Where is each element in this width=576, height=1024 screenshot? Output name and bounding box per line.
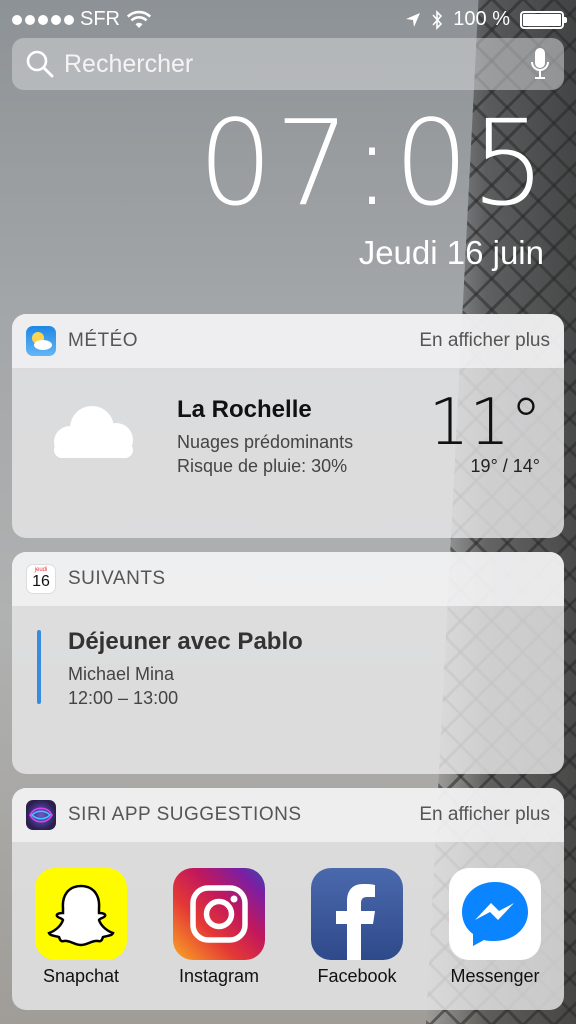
- snapchat-icon: [35, 868, 127, 960]
- siri-widget-body: Snapchat Instagram Facebook Messenger: [12, 842, 564, 1010]
- app-facebook[interactable]: Facebook: [297, 868, 417, 987]
- event-time: 12:00 – 13:00: [68, 688, 179, 708]
- event-color-bar: [37, 630, 41, 704]
- calendar-app-icon: jeudi 16: [26, 564, 56, 594]
- weather-condition: Nuages prédominants: [177, 432, 354, 452]
- siri-show-more-link[interactable]: En afficher plus: [419, 804, 550, 826]
- weather-temperature: 11°: [428, 386, 542, 460]
- weather-app-icon: [26, 326, 56, 356]
- battery-percentage: 100 %: [453, 8, 510, 30]
- weather-rain-chance: Risque de pluie: 30%: [177, 456, 348, 476]
- siri-widget-header: SIRI APP SUGGESTIONS En afficher plus: [12, 788, 564, 842]
- siri-suggestions-widget[interactable]: SIRI APP SUGGESTIONS En afficher plus Sn…: [12, 788, 564, 1010]
- weather-widget-title: MÉTÉO: [68, 330, 139, 351]
- siri-widget-title: SIRI APP SUGGESTIONS: [68, 804, 302, 825]
- calendar-icon-day-number: 16: [32, 573, 50, 590]
- cloud-icon: [54, 406, 133, 458]
- bluetooth-icon: [432, 9, 443, 30]
- calendar-widget-header: jeudi 16 SUIVANTS: [12, 552, 564, 606]
- messenger-icon: [449, 868, 541, 960]
- weather-widget-body: La Rochelle Nuages prédominants Risque d…: [12, 368, 564, 538]
- calendar-widget[interactable]: jeudi 16 SUIVANTS Déjeuner avec Pablo Mi…: [12, 552, 564, 774]
- app-snapchat[interactable]: Snapchat: [21, 868, 141, 987]
- signal-strength-icon: [12, 14, 74, 25]
- lock-screen-date: Jeudi 16 juin: [358, 234, 544, 271]
- facebook-icon: [311, 868, 403, 960]
- app-label: Snapchat: [42, 966, 120, 986]
- app-label: Instagram: [178, 966, 260, 986]
- calendar-event[interactable]: Déjeuner avec Pablo Michael Mina 12:00 –…: [12, 606, 564, 774]
- event-person: Michael Mina: [68, 664, 175, 684]
- weather-widget-header: MÉTÉO En afficher plus: [12, 314, 564, 368]
- weather-widget[interactable]: MÉTÉO En afficher plus La Rochelle Nuage…: [12, 314, 564, 538]
- search-icon: [26, 50, 54, 78]
- status-bar: SFR 100 %: [0, 0, 576, 38]
- instagram-icon: [173, 868, 265, 960]
- weather-show-more-link[interactable]: En afficher plus: [419, 330, 550, 352]
- app-label: Messenger: [450, 966, 540, 986]
- battery-icon: [520, 10, 567, 29]
- microphone-icon[interactable]: [530, 47, 550, 81]
- carrier-label: SFR: [80, 8, 120, 30]
- event-title: Déjeuner avec Pablo: [68, 628, 303, 655]
- calendar-widget-title: SUIVANTS: [68, 568, 166, 589]
- weather-high-low: 19° / 14°: [470, 456, 540, 476]
- wifi-icon: [126, 10, 152, 28]
- app-instagram[interactable]: Instagram: [159, 868, 279, 987]
- lock-screen-time: 07:05: [197, 94, 548, 232]
- app-messenger[interactable]: Messenger: [435, 868, 555, 987]
- weather-city: La Rochelle: [177, 396, 312, 423]
- search-bar[interactable]: Rechercher: [12, 38, 564, 90]
- app-label: Facebook: [317, 966, 397, 986]
- location-arrow-icon: [406, 12, 421, 27]
- search-input[interactable]: Rechercher: [64, 50, 530, 79]
- siri-icon: [26, 800, 56, 830]
